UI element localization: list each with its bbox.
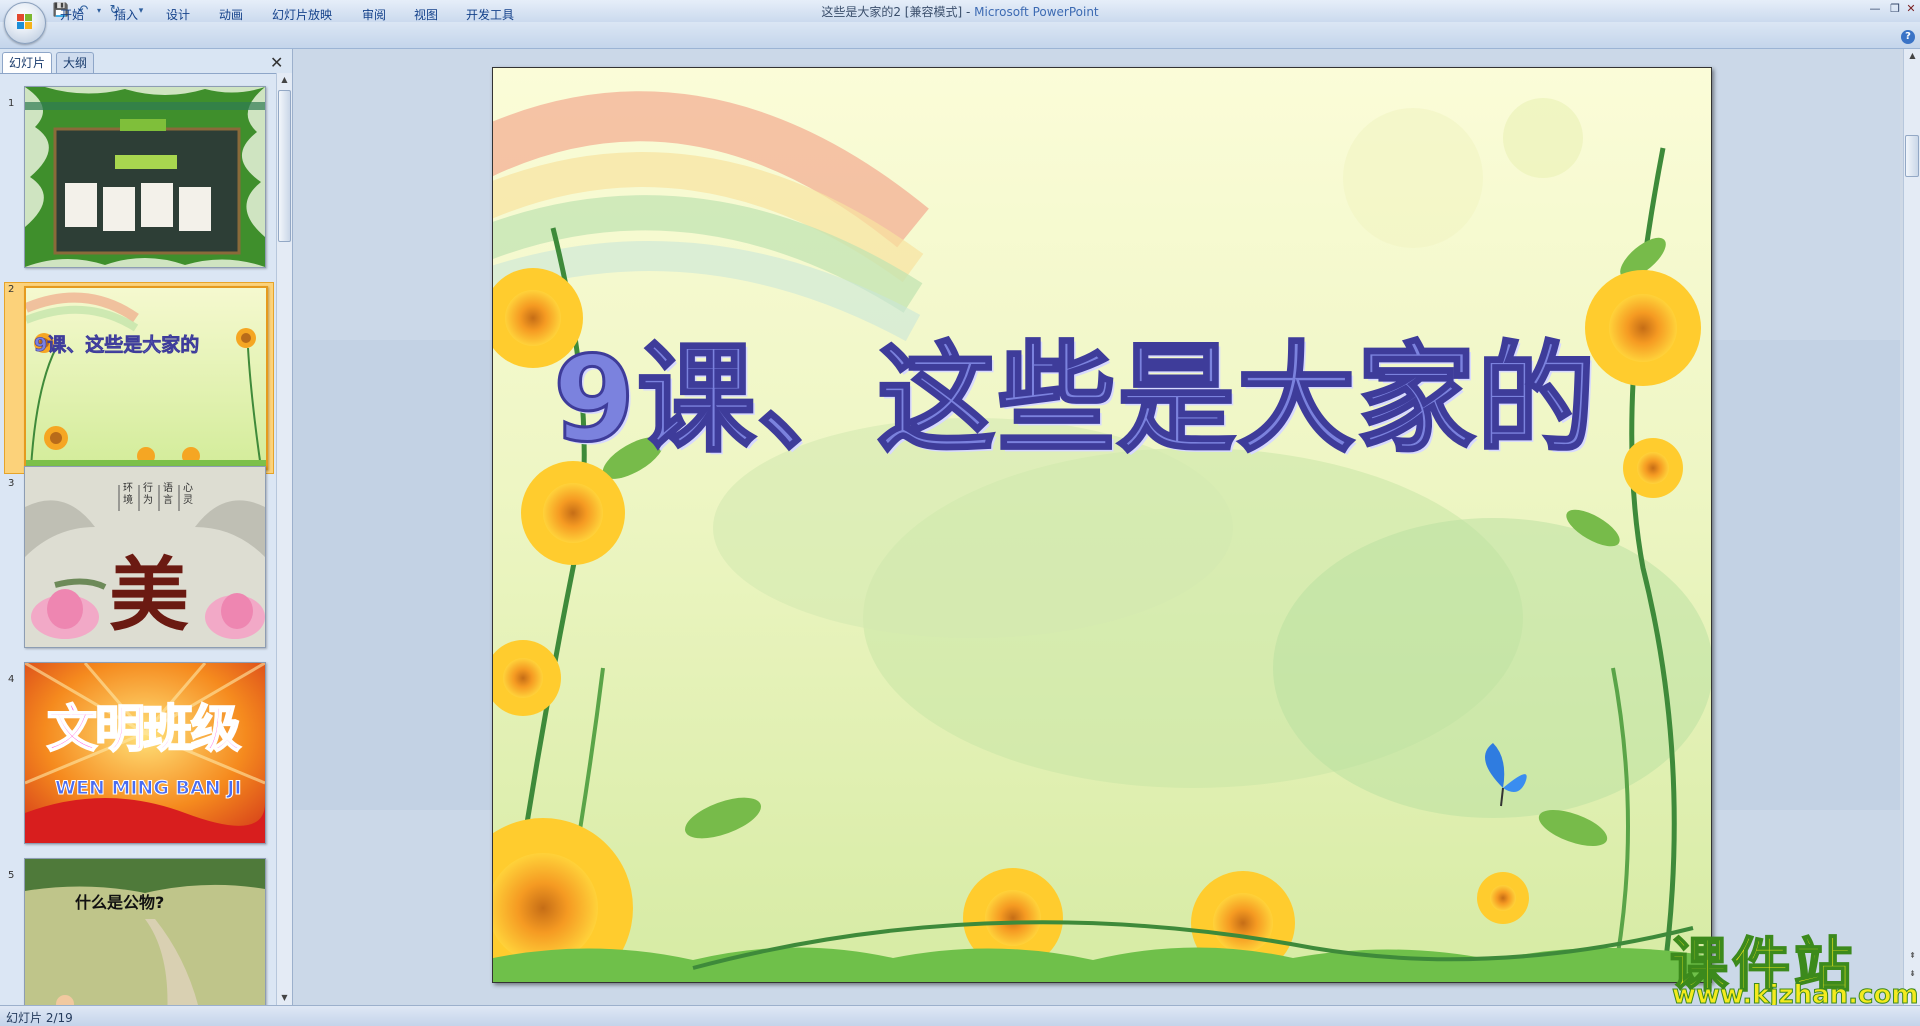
slide-title[interactable]: 9课、这些是大家的 [551, 303, 1597, 474]
tab-insert[interactable]: 插入 [114, 6, 138, 23]
minimize-icon[interactable]: — [1864, 1, 1886, 17]
scroll-up-icon[interactable]: ▲ [1905, 49, 1920, 63]
thumbnail-title: 文明班级 [46, 699, 242, 759]
tab-outline[interactable]: 大纲 [56, 52, 95, 73]
slide-2-preview [26, 288, 266, 468]
slides-pane: 幻灯片 大纲 ✕ 1 2 9课、这些是大家的 3 环境 行为 语言 心灵 美 4… [0, 49, 293, 1006]
scrollbar-thumb[interactable] [278, 90, 291, 242]
thumbnail-word: 行为 [143, 483, 153, 506]
thumbnail-slide-5[interactable]: 什么是公物? [24, 858, 266, 1006]
thumbnail-subtitle: WEN MING BAN JI [54, 777, 242, 800]
tab-home[interactable]: 开始 [60, 6, 84, 23]
scrollbar-thumb[interactable] [1905, 135, 1919, 177]
thumbnail-slide-4[interactable]: 文明班级 WEN MING BAN JI [24, 662, 266, 844]
thumbnail-number: 4 [8, 674, 15, 685]
tab-view[interactable]: 视图 [414, 6, 438, 23]
title-separator: - [962, 5, 975, 19]
thumbnail-list: 1 2 9课、这些是大家的 3 环境 行为 语言 心灵 美 4 文明班级 WEN… [0, 73, 276, 1006]
thumbnail-number: 1 [8, 98, 15, 109]
close-pane-icon[interactable]: ✕ [270, 53, 283, 72]
tab-animation[interactable]: 动画 [219, 6, 243, 23]
ribbon-tab-bar [0, 22, 1920, 49]
app-name: Microsoft PowerPoint [974, 5, 1099, 19]
help-icon[interactable]: ? [1901, 30, 1915, 44]
current-slide[interactable]: 9课、这些是大家的 [492, 67, 1712, 983]
thumbnail-title: 什么是公物? [75, 893, 165, 912]
thumbnail-word: 心灵 [183, 483, 193, 506]
thumbnail-word: 环境 [123, 483, 133, 506]
thumbnail-number: 3 [8, 478, 15, 489]
slide-1-preview [25, 87, 265, 267]
thumbnail-number: 2 [8, 284, 15, 295]
document-name: 这些是大家的2 [兼容模式] [821, 5, 963, 19]
slide-counter: 幻灯片 2/19 [6, 1011, 73, 1025]
tab-slides[interactable]: 幻灯片 [2, 52, 53, 73]
tab-design[interactable]: 设计 [166, 6, 190, 23]
tab-review[interactable]: 审阅 [362, 6, 386, 23]
tab-developer[interactable]: 开发工具 [466, 6, 514, 23]
slide-background [493, 68, 1711, 982]
slide-5-preview [25, 859, 265, 1006]
close-icon[interactable]: ✕ [1900, 1, 1920, 17]
office-logo-icon [17, 14, 33, 30]
status-bar: 幻灯片 2/19 [0, 1005, 1920, 1026]
thumbnail-word: 语言 [163, 483, 173, 506]
scroll-up-icon[interactable]: ▲ [277, 73, 292, 87]
thumbnail-slide-3[interactable]: 环境 行为 语言 心灵 美 [24, 466, 266, 648]
thumbnail-slide-1[interactable] [24, 86, 266, 268]
scroll-down-icon[interactable]: ▼ [277, 991, 292, 1005]
next-slide-icon[interactable]: ⇟ [1905, 967, 1920, 981]
prev-slide-icon[interactable]: ⇞ [1905, 949, 1920, 963]
thumbnail-big-char: 美 [109, 548, 189, 642]
office-button[interactable] [4, 2, 46, 44]
tab-slideshow[interactable]: 幻灯片放映 [272, 6, 332, 23]
thumbnail-title: 9课、这些是大家的 [34, 334, 200, 357]
editor-scrollbar[interactable]: ▲ ⇞ ⇟ ▼ [1903, 49, 1920, 1005]
thumbnail-slide-2[interactable]: 9课、这些是大家的 [24, 286, 268, 470]
thumbnail-number: 5 [8, 870, 15, 881]
